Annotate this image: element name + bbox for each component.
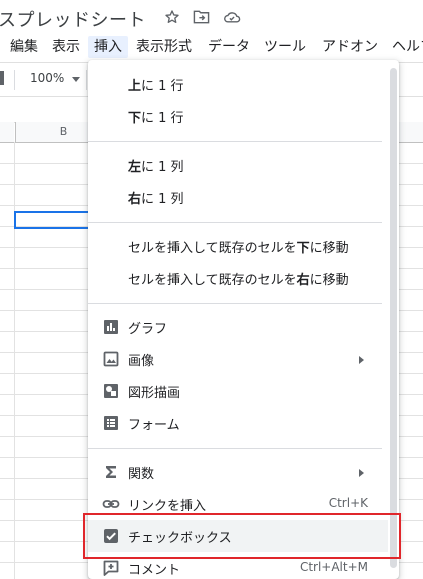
title-bar: スプレッドシート [0, 0, 423, 34]
insert-form-label: フォーム [128, 418, 180, 433]
insert-row-above[interactable]: 上に 1 行 [88, 68, 388, 100]
menu-separator [88, 448, 382, 449]
insert-function[interactable]: 関数 [88, 456, 388, 488]
star-icon[interactable] [164, 9, 180, 25]
insert-column-left-label: 左に 1 列 [128, 160, 184, 175]
submenu-arrow-icon [359, 469, 364, 477]
menu-edit[interactable]: 編集 [4, 36, 44, 58]
sigma-icon [102, 463, 120, 481]
menu-view[interactable]: 表示 [46, 36, 86, 58]
insert-row-above-label: 上に 1 行 [128, 79, 184, 94]
link-icon [102, 495, 120, 513]
cloud-saved-icon[interactable] [223, 9, 241, 25]
insert-menu: 上に 1 行 下に 1 行 左に 1 列 右に 1 列 セルを挿入して既存のセル… [88, 60, 399, 579]
menu-data[interactable]: データ [202, 36, 256, 58]
insert-cells-shift-down[interactable]: セルを挿入して既存のセルを下に移動 [88, 230, 388, 262]
insert-form[interactable]: フォーム [88, 407, 388, 439]
insert-cells-shift-right-label: セルを挿入して既存のセルを右に移動 [128, 273, 349, 288]
paint-format-icon[interactable] [0, 71, 4, 85]
insert-function-label: 関数 [128, 467, 155, 482]
drawing-icon [102, 382, 120, 400]
insert-comment-label: コメント [128, 563, 181, 578]
toolbar-divider [86, 70, 87, 90]
document-title[interactable]: スプレッドシート [0, 6, 146, 32]
insert-drawing-label: 図形描画 [128, 386, 181, 401]
chart-icon [102, 318, 120, 336]
insert-image[interactable]: 画像 [88, 343, 388, 375]
menu-format[interactable]: 表示形式 [130, 36, 198, 58]
insert-drawing[interactable]: 図形描画 [88, 375, 388, 407]
insert-image-label: 画像 [128, 354, 155, 369]
menu-bar: 編集 表示 挿入 表示形式 データ ツール アドオン ヘルプ [0, 34, 423, 60]
move-to-folder-icon[interactable] [193, 9, 210, 25]
insert-column-right-label: 右に 1 列 [128, 192, 184, 207]
insert-column-right[interactable]: 右に 1 列 [88, 181, 388, 213]
image-icon [102, 350, 120, 368]
toolbar-divider [14, 70, 15, 90]
menu-tools[interactable]: ツール [258, 36, 312, 58]
menu-insert[interactable]: 挿入 [88, 36, 128, 58]
insert-row-below[interactable]: 下に 1 行 [88, 100, 388, 132]
menu-help[interactable]: ヘルプ [386, 36, 423, 58]
insert-link-label: リンクを挿入 [128, 499, 207, 514]
zoom-select[interactable]: 100% [30, 71, 64, 85]
insert-comment-shortcut: Ctrl+Alt+M [299, 560, 368, 574]
menu-addons[interactable]: アドオン [316, 36, 384, 58]
insert-link-shortcut: Ctrl+K [328, 496, 368, 510]
menu-scrollbar[interactable] [390, 68, 397, 568]
menu-separator [88, 222, 382, 223]
submenu-arrow-icon [359, 356, 364, 364]
insert-chart[interactable]: グラフ [88, 311, 388, 343]
insert-row-below-label: 下に 1 行 [128, 111, 184, 126]
menu-separator [88, 303, 382, 304]
form-icon [102, 414, 120, 432]
insert-chart-label: グラフ [128, 322, 168, 337]
insert-cells-shift-down-label: セルを挿入して既存のセルを下に移動 [128, 241, 349, 256]
comment-icon [102, 559, 120, 577]
zoom-caret-icon[interactable] [72, 77, 80, 82]
highlight-annotation-box [83, 513, 401, 559]
column-header-a[interactable] [0, 122, 14, 143]
insert-column-left[interactable]: 左に 1 列 [88, 149, 388, 181]
insert-cells-shift-right[interactable]: セルを挿入して既存のセルを右に移動 [88, 262, 388, 294]
menu-separator [88, 141, 382, 142]
